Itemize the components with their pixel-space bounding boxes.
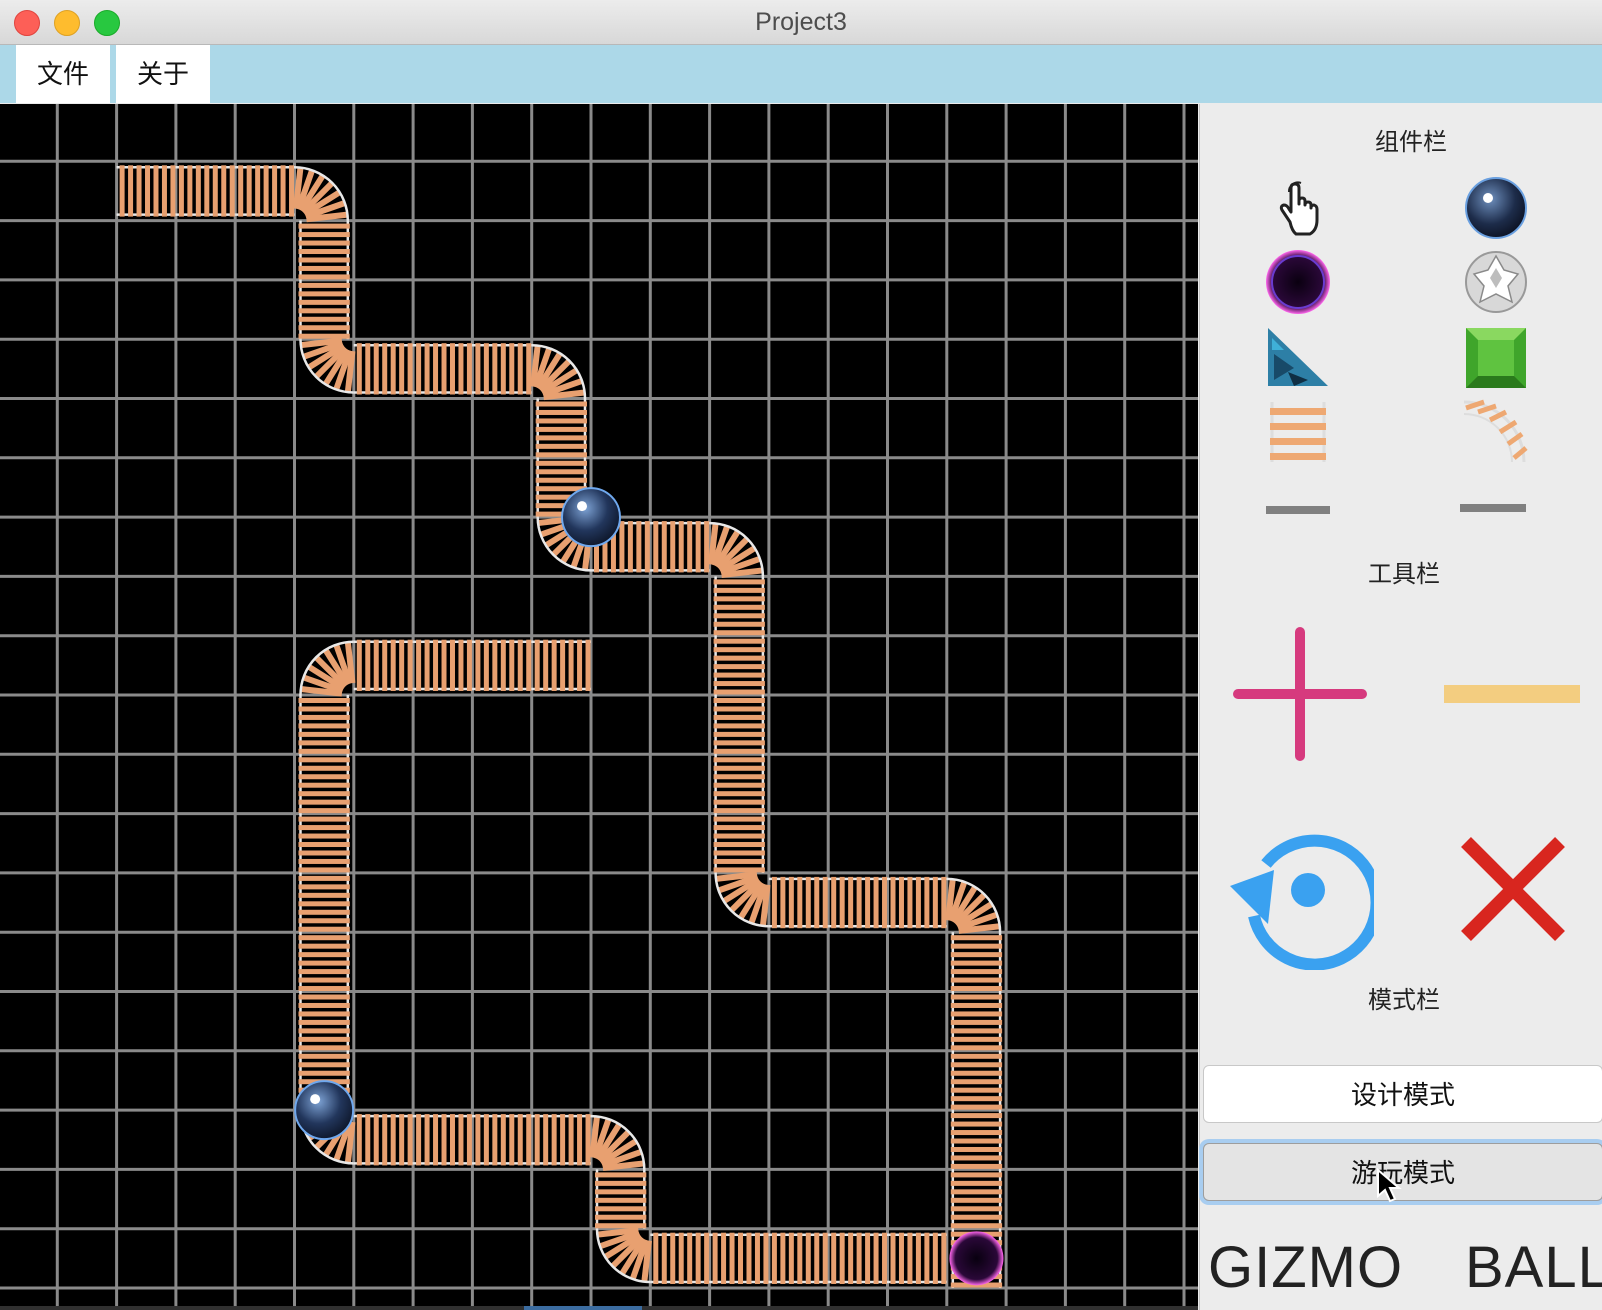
game-board[interactable] <box>0 104 1198 1306</box>
horizontal-scrollbar[interactable] <box>0 1306 1198 1310</box>
straight-track[interactable] <box>713 754 765 814</box>
triangle-bumper-icon[interactable] <box>1264 324 1332 392</box>
ball[interactable] <box>561 487 621 548</box>
straight-track[interactable] <box>595 1169 647 1229</box>
straight-track[interactable] <box>531 639 591 691</box>
straight-track-icon[interactable] <box>1264 398 1332 466</box>
straight-track[interactable] <box>650 1232 710 1284</box>
straight-track[interactable] <box>950 932 1003 992</box>
straight-track[interactable] <box>413 639 473 691</box>
design-mode-button[interactable]: 设计模式 <box>1203 1065 1602 1123</box>
tools-title: 工具栏 <box>1368 561 1440 588</box>
curved-track[interactable] <box>589 1114 646 1172</box>
straight-track[interactable] <box>535 398 587 458</box>
curved-track[interactable] <box>530 343 587 401</box>
straight-track[interactable] <box>709 1232 769 1284</box>
straight-track[interactable] <box>353 1114 414 1166</box>
straight-track[interactable] <box>887 1232 947 1284</box>
straight-track[interactable] <box>531 1114 591 1166</box>
straight-track[interactable] <box>175 165 236 217</box>
straight-track[interactable] <box>353 639 414 691</box>
straight-track[interactable] <box>235 165 295 217</box>
title-bar: Project3 <box>0 0 1602 45</box>
window-title: Project3 <box>755 8 847 36</box>
straight-track[interactable] <box>713 576 765 636</box>
curved-track[interactable] <box>292 166 350 223</box>
components-title: 组件栏 <box>1375 129 1447 156</box>
straight-track[interactable] <box>950 1110 1003 1170</box>
straight-track[interactable] <box>950 1050 1003 1111</box>
rotate-icon[interactable] <box>1224 820 1383 971</box>
side-panel: 组件栏 工具栏 模式栏 设计模式 游玩模式 GIZMO BALL <box>1199 104 1602 1310</box>
straight-track[interactable] <box>472 639 532 691</box>
straight-track[interactable] <box>353 343 414 395</box>
absorber[interactable] <box>949 1231 1004 1286</box>
curved-track[interactable] <box>714 871 771 928</box>
curved-track[interactable] <box>707 521 765 579</box>
curved-track-icon[interactable] <box>1462 398 1530 466</box>
right-flipper-icon[interactable] <box>1458 476 1526 544</box>
straight-track[interactable] <box>828 876 888 929</box>
straight-track[interactable] <box>298 872 350 933</box>
curved-track[interactable] <box>299 640 356 697</box>
absorber-icon[interactable] <box>1264 248 1332 316</box>
square-bumper-icon[interactable] <box>1462 324 1530 392</box>
board-canvas[interactable] <box>0 104 1198 1306</box>
straight-track[interactable] <box>298 932 350 992</box>
mode-title: 模式栏 <box>1368 987 1440 1014</box>
straight-track[interactable] <box>768 876 829 929</box>
play-mode-button[interactable]: 游玩模式 <box>1203 1143 1602 1201</box>
straight-track[interactable] <box>472 1114 532 1166</box>
hand-cursor-icon[interactable] <box>1264 174 1332 242</box>
menu-file[interactable]: 文件 <box>16 45 110 103</box>
straight-track[interactable] <box>472 343 532 395</box>
delete-icon[interactable] <box>1458 834 1568 944</box>
straight-track[interactable] <box>298 991 350 1051</box>
straight-track[interactable] <box>298 279 350 340</box>
straight-track[interactable] <box>950 991 1003 1051</box>
straight-track[interactable] <box>768 1232 829 1284</box>
straight-track[interactable] <box>713 635 765 695</box>
enlarge-icon[interactable] <box>1230 624 1370 764</box>
logo-gizmo: GIZMO <box>1208 1235 1404 1300</box>
straight-track[interactable] <box>116 165 176 217</box>
curved-track[interactable] <box>299 337 356 394</box>
straight-track[interactable] <box>887 876 947 929</box>
circle-bumper-icon[interactable] <box>1462 248 1530 316</box>
straight-track[interactable] <box>713 695 765 755</box>
straight-track[interactable] <box>828 1232 888 1284</box>
straight-track[interactable] <box>713 813 765 873</box>
mouse-pointer-icon <box>1377 1168 1402 1203</box>
menu-about[interactable]: 关于 <box>116 45 210 103</box>
straight-track[interactable] <box>298 220 350 280</box>
shrink-icon[interactable] <box>1440 624 1580 764</box>
menu-bar: 文件 关于 <box>0 45 1602 103</box>
straight-track[interactable] <box>650 521 710 573</box>
straight-track[interactable] <box>298 695 350 755</box>
straight-track[interactable] <box>413 1114 473 1166</box>
straight-track[interactable] <box>413 343 473 395</box>
ball[interactable] <box>294 1080 355 1141</box>
straight-track[interactable] <box>298 754 350 814</box>
curved-track[interactable] <box>945 877 1002 934</box>
scrollbar-thumb[interactable] <box>524 1306 642 1310</box>
left-flipper-icon[interactable] <box>1264 476 1332 544</box>
logo-ball: BALL <box>1465 1235 1602 1300</box>
straight-track[interactable] <box>950 1169 1003 1229</box>
curved-track[interactable] <box>595 1227 652 1284</box>
straight-track[interactable] <box>298 813 350 873</box>
ball-icon[interactable] <box>1462 174 1530 242</box>
